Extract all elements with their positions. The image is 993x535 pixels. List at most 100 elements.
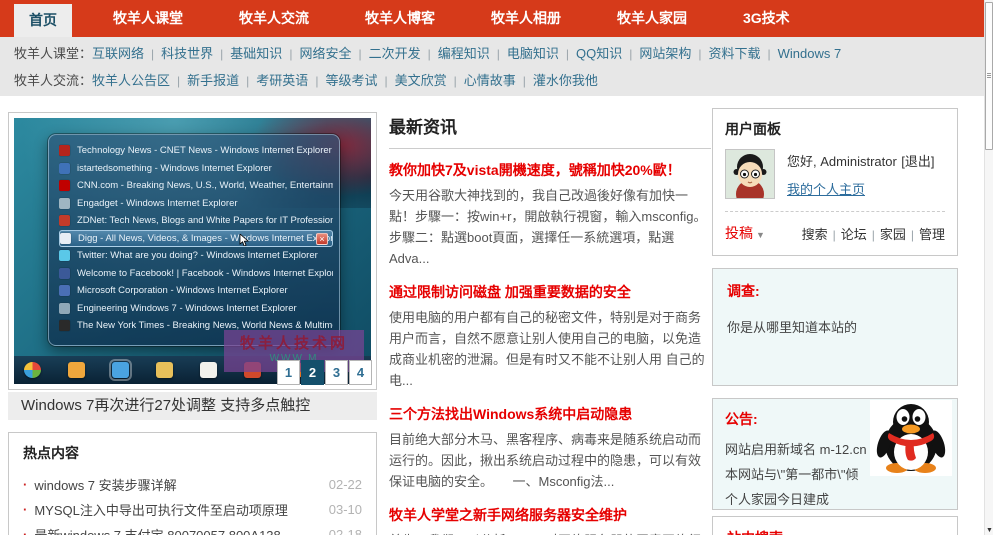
notice-line-1[interactable]: 网站启用新域名 m-12.cn <box>725 437 880 462</box>
window-row-3[interactable]: CNN.com - Breaking News, U.S., World, We… <box>59 177 333 195</box>
news-article-4: 牧羊人学堂之新手网络服务器安全维护首先，我们可以分析一下，对网络服务器的恶意网络… <box>389 505 711 535</box>
subnav-link[interactable]: QQ知识 <box>576 46 622 61</box>
hot-item-1: · windows 7 安装步骤详解 02-22 <box>23 472 362 497</box>
my-homepage-link[interactable]: 我的个人主页 <box>787 179 865 198</box>
scrollbar-thumb[interactable] <box>985 2 993 150</box>
subnav-row-2: 牧羊人交流：牧羊人公告区 | 新手报道 | 考研英语 | 等级考试 | 美文欣赏 | 心情故事 | 灌水… <box>14 67 984 94</box>
hot-item-link[interactable]: MYSQL注入中导出可执行文件至启动项原理 <box>34 500 320 519</box>
news-article-1: 教你加快7及vista開機速度，號稱加快20%歐！ 今天用谷歌大神找到的，我自己改… <box>389 160 711 269</box>
subnav-link[interactable]: Windows 7 <box>778 46 842 61</box>
window-title: istartedsomething - Windows Internet Exp… <box>77 162 272 174</box>
user-link-4[interactable]: 管理 <box>919 227 945 242</box>
greeting-text: 您好, Administrator <box>787 154 897 169</box>
window-row-10[interactable]: Engineering Windows 7 - Windows Internet… <box>59 300 333 318</box>
subnav-link[interactable]: 编程知识 <box>438 46 490 61</box>
article-title-link[interactable]: 三个方法找出Windows系统中启动隐患 <box>389 404 711 424</box>
page-button-1[interactable]: 1 <box>277 360 300 385</box>
scrollbar-down-arrow-icon[interactable]: ▼ <box>985 527 993 534</box>
subnav-link[interactable]: 网站架构 <box>639 46 691 61</box>
start-orb-icon[interactable] <box>24 362 41 378</box>
article-title-link[interactable]: 教你加快7及vista開機速度，號稱加快20%歐！ <box>389 160 711 180</box>
article-title-link[interactable]: 通过限制访问磁盘 加强重要数据的安全 <box>389 282 711 302</box>
chevron-down-icon: ▼ <box>756 230 765 240</box>
subnav-link[interactable]: 等级考试 <box>325 73 377 88</box>
window-row-5[interactable]: ZDNet: Tech News, Blogs and White Papers… <box>59 212 333 230</box>
ie-icon[interactable] <box>109 359 132 381</box>
window-row-2[interactable]: istartedsomething - Windows Internet Exp… <box>59 160 333 178</box>
nav-tab-1[interactable]: 首页 <box>14 4 72 37</box>
subnav-link[interactable]: 考研英语 <box>256 73 308 88</box>
subnav-link[interactable]: 心情故事 <box>464 73 516 88</box>
hot-item-date: 03-10 <box>328 502 362 517</box>
window-row-7[interactable]: Twitter: What are you doing? - Windows I… <box>59 247 333 265</box>
window-row-1[interactable]: Technology News - CNET News - Windows In… <box>59 142 333 160</box>
user-panel-title: 用户面板 <box>725 121 781 137</box>
article-summary: 今天用谷歌大神找到的，我自己改過後好像有加快一點！步驟一：按win+r，開啟執行… <box>389 188 707 266</box>
article-title-link[interactable]: 牧羊人学堂之新手网络服务器安全维护 <box>389 505 711 525</box>
article-summary: 首先，我们可以分析一下，对网络服务器的恶意网络行为包括两个方面：一是恶意的攻击行… <box>389 530 711 535</box>
news-article-2: 通过限制访问磁盘 加强重要数据的安全 使用电脑的用户都有自己的秘密文件，特别是对于… <box>389 282 711 391</box>
separator: | <box>565 47 569 61</box>
subnav-link[interactable]: 资料下载 <box>709 46 761 61</box>
window-title: CNN.com - Breaking News, U.S., World, We… <box>77 180 333 192</box>
hot-item-3: · 最新windows 7 支付宝 80070057 800A138 02-18 <box>23 522 362 535</box>
subnav-link[interactable]: 二次开发 <box>369 46 421 61</box>
nav-tab-3[interactable]: 牧羊人交流 <box>224 0 324 37</box>
window-row-8[interactable]: Welcome to Facebook! | Facebook - Window… <box>59 265 333 283</box>
survey-question[interactable]: 你是从哪里知道本站的 <box>727 317 943 336</box>
cnet-icon <box>59 145 70 157</box>
subnav-link[interactable]: 牧羊人公告区 <box>92 73 170 88</box>
folder-icon[interactable] <box>156 362 173 378</box>
window-title: Welcome to Facebook! | Facebook - Window… <box>77 267 333 279</box>
survey-title: 调查: <box>727 283 760 299</box>
hot-item-link[interactable]: windows 7 安装步骤详解 <box>34 475 320 494</box>
submit-article-button[interactable]: 投稿 ▼ <box>725 223 765 243</box>
news-article-3: 三个方法找出Windows系统中启动隐患 目前绝大部分木马、黑客程序、病毒来是随系… <box>389 404 711 492</box>
watermark-text: 牧羊人技术网 <box>239 335 348 352</box>
subnav-link[interactable]: 电脑知识 <box>507 46 559 61</box>
subnav-link[interactable]: 新手报道 <box>187 73 239 88</box>
separator: | <box>151 47 155 61</box>
window-row-9[interactable]: Microsoft Corporation - Windows Internet… <box>59 282 333 300</box>
cnn-icon <box>59 180 70 192</box>
subnav-link[interactable]: 网络安全 <box>299 46 351 61</box>
site-search-panel: 站内搜索 <box>712 516 958 535</box>
nav-tab-6[interactable]: 牧羊人家园 <box>602 0 702 37</box>
window-row-6[interactable]: Digg - All News, Videos, & Images - Wind… <box>59 229 333 247</box>
windows7-screenshot-slide[interactable]: Technology News - CNET News - Windows In… <box>14 118 371 384</box>
page-root: 首页 牧羊人课堂 牧羊人交流 牧羊人博客 牧羊人相册 牧羊人家园 3G技术 牧羊人课堂：互联… <box>0 0 993 535</box>
user-link-3[interactable]: 家园 <box>880 227 906 242</box>
separator: | <box>289 47 293 61</box>
window-row-4[interactable]: Engadget - Windows Internet Explorer <box>59 195 333 213</box>
nav-tab-4[interactable]: 牧羊人博客 <box>350 0 450 37</box>
subnav-link[interactable]: 基础知识 <box>230 46 282 61</box>
nav-tabs: 首页 牧羊人课堂 牧羊人交流 牧羊人博客 牧羊人相册 牧羊人家园 3G技术 <box>14 0 831 37</box>
subnav-link[interactable]: 灌水你我他 <box>533 73 598 88</box>
subnav-category-label: 牧羊人交流： <box>14 73 93 88</box>
separator: | <box>384 74 388 88</box>
user-panel-actions: 投稿 ▼ 搜索 | 论坛 | 家园 | 管理 <box>725 223 945 243</box>
page-button-3[interactable]: 3 <box>325 360 348 385</box>
subnav-link[interactable]: 科技世界 <box>161 46 213 61</box>
page-button-2[interactable]: 2 <box>301 360 324 385</box>
hot-item-link[interactable]: 最新windows 7 支付宝 80070057 800A138 <box>34 525 320 535</box>
notepad-icon[interactable] <box>200 362 217 378</box>
scrollbar[interactable]: ▼ <box>984 0 993 535</box>
close-icon[interactable]: × <box>316 232 328 245</box>
outlook-icon[interactable] <box>68 362 85 378</box>
page-button-4[interactable]: 4 <box>349 360 372 385</box>
carousel-caption[interactable]: Windows 7再次进行27处调整 支持多点触控 <box>8 392 377 420</box>
notice-line-2[interactable]: 本网站与\"第一都市\"倾 <box>725 462 880 487</box>
nav-tab-5[interactable]: 牧羊人相册 <box>476 0 576 37</box>
subnav-link[interactable]: 美文欣赏 <box>395 73 447 88</box>
user-link-1[interactable]: 搜索 <box>802 227 828 242</box>
notice-line-3[interactable]: 个人家园今日建成 <box>725 487 880 512</box>
top-navigation: 首页 牧羊人课堂 牧羊人交流 牧羊人博客 牧羊人相册 牧羊人家园 3G技术 <box>0 0 984 37</box>
window-title: Engineering Windows 7 - Windows Internet… <box>77 302 297 314</box>
logout-link[interactable]: [退出] <box>901 154 934 169</box>
engineering-windows7-icon <box>59 302 70 314</box>
nav-tab-7[interactable]: 3G技术 <box>728 0 805 37</box>
subnav-link[interactable]: 互联网络 <box>92 46 144 61</box>
user-link-2[interactable]: 论坛 <box>841 227 867 242</box>
nav-tab-2[interactable]: 牧羊人课堂 <box>98 0 198 37</box>
